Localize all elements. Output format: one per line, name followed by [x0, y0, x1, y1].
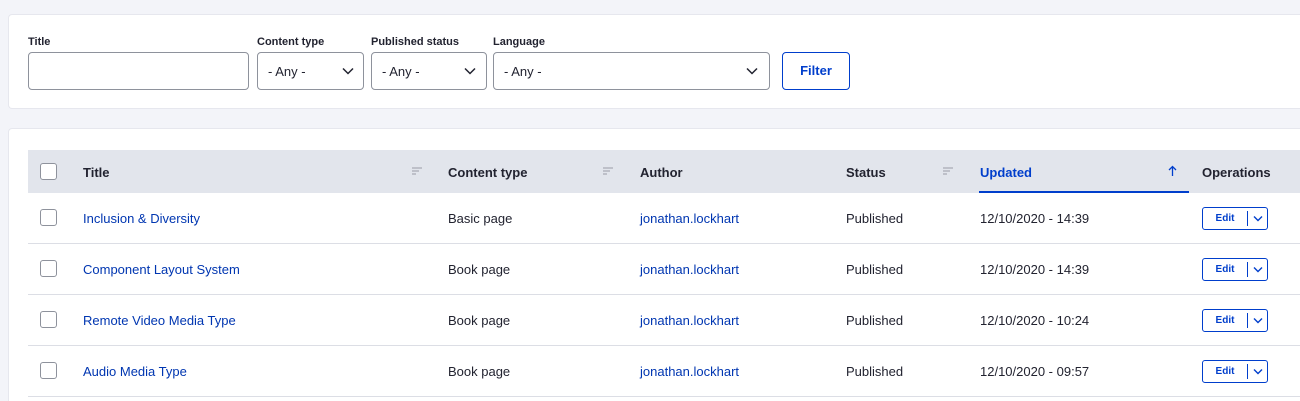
- row-operations-dropbutton: Edit: [1202, 360, 1268, 383]
- table-header: Title Content type Author Status Updated…: [28, 150, 1300, 193]
- sort-lines-icon[interactable]: [412, 167, 422, 175]
- edit-button[interactable]: Edit: [1203, 310, 1247, 331]
- row-title-link[interactable]: Remote Video Media Type: [83, 313, 236, 328]
- table-row: Component Layout System Book page jonath…: [28, 244, 1300, 295]
- edit-button[interactable]: Edit: [1203, 208, 1247, 229]
- content-type-select[interactable]: - Any -: [257, 52, 364, 90]
- select-all-checkbox[interactable]: [40, 163, 57, 180]
- dropbutton-divider: [1247, 313, 1248, 328]
- row-status: Published: [846, 364, 904, 379]
- row-status: Published: [846, 211, 904, 226]
- row-updated: 12/10/2020 - 14:39: [980, 262, 1090, 277]
- row-title-link[interactable]: Component Layout System: [83, 262, 240, 277]
- published-status-selected-value: - Any -: [382, 64, 420, 79]
- published-status-select[interactable]: - Any -: [371, 52, 487, 90]
- content-table-panel: Title Content type Author Status Updated…: [8, 128, 1300, 401]
- column-header-status[interactable]: Status: [846, 165, 886, 180]
- row-author-link[interactable]: jonathan.lockhart: [640, 262, 739, 277]
- edit-button[interactable]: Edit: [1203, 361, 1247, 382]
- row-status: Published: [846, 313, 904, 328]
- dropbutton-divider: [1247, 262, 1248, 277]
- sort-lines-icon[interactable]: [943, 167, 953, 175]
- row-content-type: Book page: [448, 313, 511, 328]
- chevron-down-icon: [464, 67, 476, 75]
- row-operations-dropbutton: Edit: [1202, 258, 1268, 281]
- published-status-filter-label: Published status: [371, 36, 460, 48]
- column-header-updated[interactable]: Updated: [980, 165, 1032, 180]
- row-author-link[interactable]: jonathan.lockhart: [640, 211, 739, 226]
- chevron-down-icon[interactable]: [1253, 317, 1263, 324]
- row-operations-dropbutton: Edit: [1202, 207, 1268, 230]
- chevron-down-icon[interactable]: [1253, 266, 1263, 273]
- row-author-link[interactable]: jonathan.lockhart: [640, 364, 739, 379]
- language-filter-label: Language: [493, 36, 545, 48]
- row-title-link[interactable]: Audio Media Type: [83, 364, 187, 379]
- content-type-selected-value: - Any -: [268, 64, 306, 79]
- arrow-up-icon[interactable]: [1168, 165, 1177, 177]
- row-updated: 12/10/2020 - 10:24: [980, 313, 1090, 328]
- row-checkbox[interactable]: [40, 362, 57, 379]
- column-header-operations: Operations: [1202, 165, 1271, 180]
- row-content-type: Basic page: [448, 211, 513, 226]
- table-row: Audio Media Type Book page jonathan.lock…: [28, 346, 1300, 397]
- row-title-link[interactable]: Inclusion & Diversity: [83, 211, 200, 226]
- filter-panel: Title Content type - Any - Published sta…: [8, 14, 1300, 109]
- language-selected-value: - Any -: [504, 64, 542, 79]
- title-filter-input[interactable]: [28, 52, 249, 90]
- column-header-title[interactable]: Title: [83, 165, 110, 180]
- row-status: Published: [846, 262, 904, 277]
- row-checkbox[interactable]: [40, 311, 57, 328]
- chevron-down-icon[interactable]: [1253, 215, 1263, 222]
- chevron-down-icon: [746, 67, 758, 75]
- content-type-filter-label: Content type: [257, 36, 325, 48]
- edit-button[interactable]: Edit: [1203, 259, 1247, 280]
- row-updated: 12/10/2020 - 09:57: [980, 364, 1090, 379]
- filter-button[interactable]: Filter: [782, 52, 850, 90]
- row-checkbox[interactable]: [40, 209, 57, 226]
- row-checkbox[interactable]: [40, 260, 57, 277]
- table-row: Remote Video Media Type Book page jonath…: [28, 295, 1300, 346]
- language-select[interactable]: - Any -: [493, 52, 770, 90]
- row-author-link[interactable]: jonathan.lockhart: [640, 313, 739, 328]
- chevron-down-icon[interactable]: [1253, 368, 1263, 375]
- column-header-author: Author: [640, 165, 683, 180]
- sort-lines-icon[interactable]: [603, 167, 613, 175]
- row-content-type: Book page: [448, 364, 511, 379]
- title-filter-label: Title: [28, 36, 51, 48]
- dropbutton-divider: [1247, 211, 1248, 226]
- column-header-content-type[interactable]: Content type: [448, 165, 527, 180]
- row-updated: 12/10/2020 - 14:39: [980, 211, 1090, 226]
- row-operations-dropbutton: Edit: [1202, 309, 1268, 332]
- table-row: Inclusion & Diversity Basic page jonatha…: [28, 193, 1300, 244]
- chevron-down-icon: [342, 67, 354, 75]
- dropbutton-divider: [1247, 364, 1248, 379]
- row-content-type: Book page: [448, 262, 511, 277]
